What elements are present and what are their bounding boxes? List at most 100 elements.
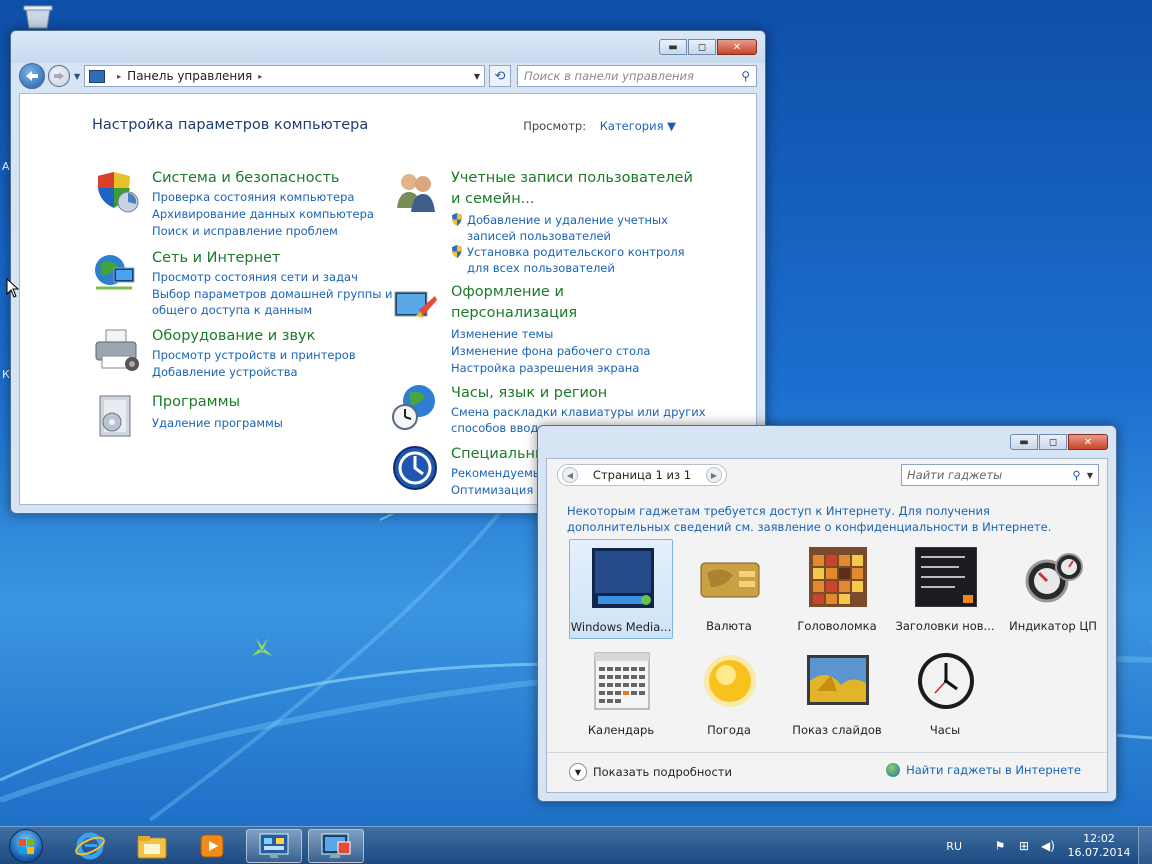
close-button[interactable]: ✕ xyxy=(717,39,757,55)
search-dropdown[interactable]: ▼ xyxy=(1087,471,1093,480)
category-link[interactable]: Изменение темы xyxy=(451,326,553,343)
search-input[interactable]: Поиск в панели управления ⚲ xyxy=(517,65,757,87)
taskbar-internet-explorer[interactable] xyxy=(62,829,118,863)
category-link[interactable]: Добавление и удаление учетных xyxy=(451,212,668,229)
recycle-bin-icon[interactable] xyxy=(20,4,56,30)
slideshow-icon xyxy=(807,655,869,705)
gadget-tile[interactable]: Windows Media... xyxy=(569,539,673,639)
category-link[interactable]: Выбор параметров домашней группы и xyxy=(152,286,393,303)
category-title[interactable]: Система и безопасность xyxy=(152,168,339,189)
language-indicator[interactable]: RU xyxy=(946,840,962,853)
gadget-tile[interactable]: Часы xyxy=(893,643,997,743)
gadget-tile[interactable]: Календарь xyxy=(569,643,673,743)
internet-access-notice[interactable]: Некоторым гаджетам требуется доступ к Ин… xyxy=(567,503,1087,535)
show-details-toggle[interactable]: ▼ Показать подробности xyxy=(569,763,732,781)
breadcrumb-separator[interactable]: ▸ xyxy=(258,72,262,81)
category-link-continued[interactable]: для всех пользователей xyxy=(467,260,615,277)
category-link[interactable]: Установка родительского контроля xyxy=(451,244,685,261)
category-title[interactable]: Сеть и Интернет xyxy=(152,248,280,269)
control-panel-icon xyxy=(89,69,106,83)
shield-icon[interactable] xyxy=(92,168,140,216)
appearance-icon[interactable] xyxy=(391,282,439,330)
category-link[interactable]: Удаление программы xyxy=(152,415,283,432)
gadgets-icon xyxy=(321,833,351,858)
category-link[interactable]: общего доступа к данным xyxy=(152,302,312,319)
search-placeholder: Поиск в панели управления xyxy=(524,69,694,83)
taskbar-media-player[interactable] xyxy=(184,829,240,863)
category-link[interactable]: Настройка разрешения экрана xyxy=(451,360,639,377)
category-title[interactable]: Учетные записи пользователей xyxy=(451,168,693,189)
category-link[interactable]: Проверка состояния компьютера xyxy=(152,189,354,206)
view-by-dropdown[interactable]: Категория ▼ xyxy=(600,119,676,133)
accessibility-icon[interactable] xyxy=(391,444,439,492)
category-link-continued[interactable]: способов ввода xyxy=(451,420,545,437)
gadget-tile[interactable]: Головоломка xyxy=(785,539,889,639)
taskbar-explorer[interactable] xyxy=(124,829,180,863)
mouse-cursor-icon xyxy=(6,278,20,298)
gadget-label: Часы xyxy=(929,723,961,737)
flag-icon[interactable]: ⚑ xyxy=(992,838,1008,854)
clock[interactable]: 12:02 16.07.2014 xyxy=(1064,832,1134,860)
category-link-text[interactable]: Установка родительского контроля xyxy=(467,245,685,259)
back-button[interactable] xyxy=(19,63,45,89)
gadget-label: Заголовки нов... xyxy=(895,619,995,633)
category-appearance: Оформление и персонализация Изменение те… xyxy=(391,282,691,375)
category-title-continued[interactable]: персонализация xyxy=(451,303,577,324)
programs-icon[interactable] xyxy=(92,392,140,440)
gadget-tile[interactable]: Показ слайдов xyxy=(785,643,889,743)
maximize-button[interactable]: ◻ xyxy=(1039,434,1067,450)
category-link[interactable]: Добавление устройства xyxy=(152,364,298,381)
category-link-text[interactable]: Добавление и удаление учетных xyxy=(467,213,668,227)
minimize-button[interactable]: ▬ xyxy=(659,39,687,55)
next-page-button[interactable]: ▶ xyxy=(705,467,722,483)
network-tray-icon[interactable]: ⊞ xyxy=(1016,838,1032,854)
refresh-button[interactable]: ⟲ xyxy=(489,65,511,87)
category-link[interactable]: Смена раскладки клавиатуры или других xyxy=(451,404,706,421)
network-icon[interactable] xyxy=(92,248,140,296)
gadget-search-placeholder: Найти гаджеты xyxy=(907,468,1003,482)
volume-icon[interactable]: ◀) xyxy=(1040,838,1056,854)
category-link[interactable]: Изменение фона рабочего стола xyxy=(451,343,650,360)
gadget-tile[interactable]: Заголовки нов... xyxy=(893,539,997,639)
show-desktop-button[interactable] xyxy=(1138,827,1152,864)
navigation-bar: ▼ ▸ Панель управления ▸ ▼ ⟲ Поиск в пане… xyxy=(19,63,757,89)
previous-page-button[interactable]: ◀ xyxy=(562,467,578,483)
gadget-tile[interactable]: Индикатор ЦП xyxy=(1001,539,1105,639)
taskbar-control-panel[interactable] xyxy=(246,829,302,863)
users-icon[interactable] xyxy=(391,168,439,216)
forward-button[interactable] xyxy=(48,65,70,87)
breadcrumb-control-panel[interactable]: Панель управления xyxy=(127,69,252,83)
category-title[interactable]: Программы xyxy=(152,392,240,413)
gadget-search-input[interactable]: Найти гаджеты ⚲ ▼ xyxy=(901,464,1099,486)
gadget-tile[interactable]: Погода xyxy=(677,643,781,743)
category-title[interactable]: Оборудование и звук xyxy=(152,326,315,347)
clock-icon xyxy=(918,653,974,709)
refresh-icon: ⟲ xyxy=(494,68,506,84)
search-icon[interactable]: ⚲ xyxy=(741,69,750,83)
address-dropdown[interactable]: ▼ xyxy=(474,72,480,81)
find-gadgets-online-link[interactable]: Найти гаджеты в Интернете xyxy=(886,763,1081,777)
recent-pages-dropdown[interactable]: ▼ xyxy=(74,72,80,81)
gadget-label: Показ слайдов xyxy=(792,723,882,737)
search-icon[interactable]: ⚲ xyxy=(1072,468,1080,482)
gadget-gallery: ◀ Страница 1 из 1 ▶ Найти гаджеты ⚲ ▼ Не… xyxy=(546,458,1108,793)
category-title[interactable]: Часы, язык и регион xyxy=(451,383,607,404)
maximize-button[interactable]: ◻ xyxy=(688,39,716,55)
category-link[interactable]: Просмотр состояния сети и задач xyxy=(152,269,358,286)
gadget-tile[interactable]: Валюта xyxy=(677,539,781,639)
category-link[interactable]: Поиск и исправление проблем xyxy=(152,223,338,240)
category-link[interactable]: Архивирование данных компьютера xyxy=(152,206,374,223)
category-link[interactable]: Просмотр устройств и принтеров xyxy=(152,347,356,364)
taskbar-gadgets[interactable] xyxy=(308,829,364,863)
address-bar[interactable]: ▸ Панель управления ▸ ▼ xyxy=(84,65,485,87)
title-bar[interactable] xyxy=(11,31,765,63)
clock-globe-icon[interactable] xyxy=(391,383,439,431)
category-title[interactable]: Оформление и xyxy=(451,282,564,303)
category-link-continued[interactable]: записей пользователей xyxy=(467,228,611,245)
printer-icon[interactable] xyxy=(92,326,140,374)
start-button[interactable] xyxy=(6,827,46,864)
category-title-continued[interactable]: и семейн... xyxy=(451,189,535,210)
feed-headlines-icon xyxy=(915,547,977,607)
minimize-button[interactable]: ▬ xyxy=(1010,434,1038,450)
close-button[interactable]: ✕ xyxy=(1068,434,1108,450)
